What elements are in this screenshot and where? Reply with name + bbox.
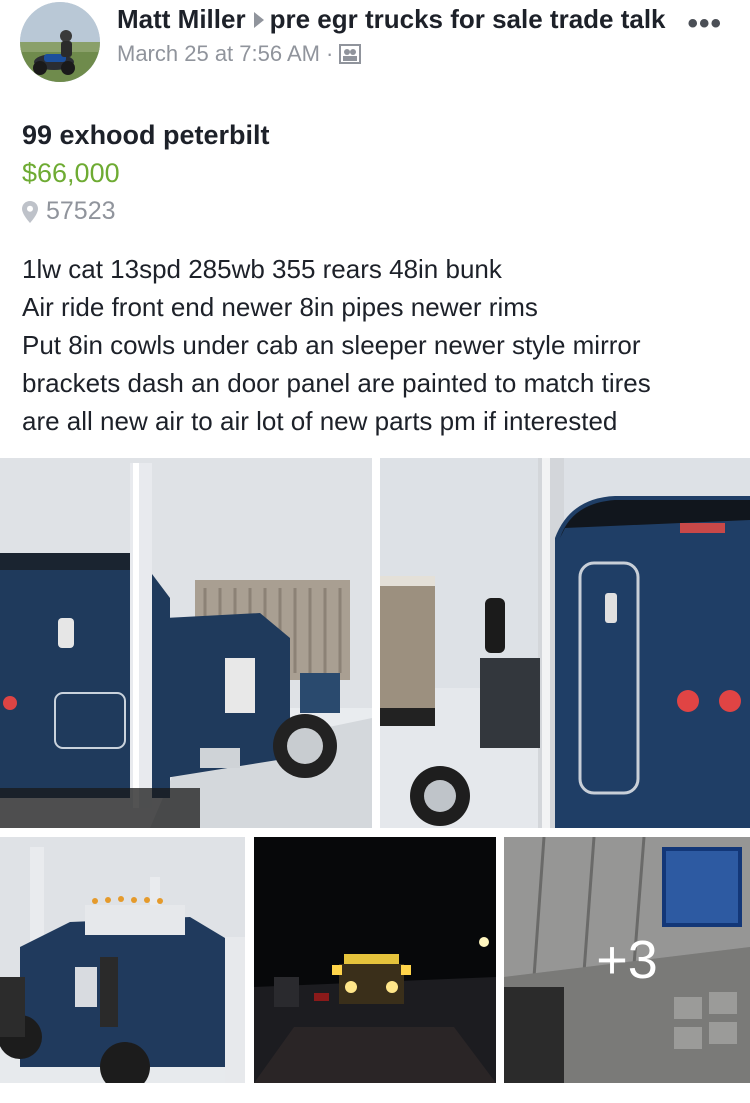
meta-separator: · <box>326 41 334 66</box>
listing-photo-4[interactable] <box>254 837 496 1083</box>
description-line: are all new air to air lot of new parts … <box>22 406 618 436</box>
more-options-icon[interactable]: ••• <box>687 9 722 39</box>
listing-photo-3[interactable] <box>0 837 245 1083</box>
author-avatar[interactable] <box>20 2 100 82</box>
group-icon <box>339 41 362 73</box>
listing-price: $66,000 <box>22 158 120 188</box>
post-meta: March 25 at 7:56 AM · <box>117 38 677 73</box>
author-name[interactable]: Matt Miller <box>117 4 246 34</box>
listing-photo-2[interactable] <box>380 458 750 828</box>
post-header: Matt Miller pre egr trucks for sale trade… <box>117 2 677 73</box>
listing-title: 99 exhood peterbilt <box>22 120 270 150</box>
listing-photo-1[interactable] <box>0 458 372 828</box>
description-line: Put 8in cowls under cab an sleeper newer… <box>22 330 641 360</box>
group-name[interactable]: pre egr trucks for sale trade talk <box>270 4 666 34</box>
listing-photo-5[interactable]: +3 <box>504 837 750 1083</box>
avatar-image <box>20 2 100 82</box>
share-arrow-icon <box>253 11 264 28</box>
description-line: brackets dash an door panel are painted … <box>22 368 651 398</box>
post-timestamp[interactable]: March 25 at 7:56 AM <box>117 41 320 66</box>
description-line: Air ride front end newer 8in pipes newer… <box>22 292 538 322</box>
post-header-names: Matt Miller pre egr trucks for sale trade… <box>117 2 677 36</box>
listing-location: 57523 <box>22 197 116 226</box>
more-photos-count[interactable]: +3 <box>504 837 750 1083</box>
location-text: 57523 <box>46 197 116 225</box>
description-line: 1lw cat 13spd 285wb 355 rears 48in bunk <box>22 254 502 284</box>
listing-description: 1lw cat 13spd 285wb 355 rears 48in bunk … <box>22 250 734 440</box>
location-pin-icon <box>22 200 38 223</box>
